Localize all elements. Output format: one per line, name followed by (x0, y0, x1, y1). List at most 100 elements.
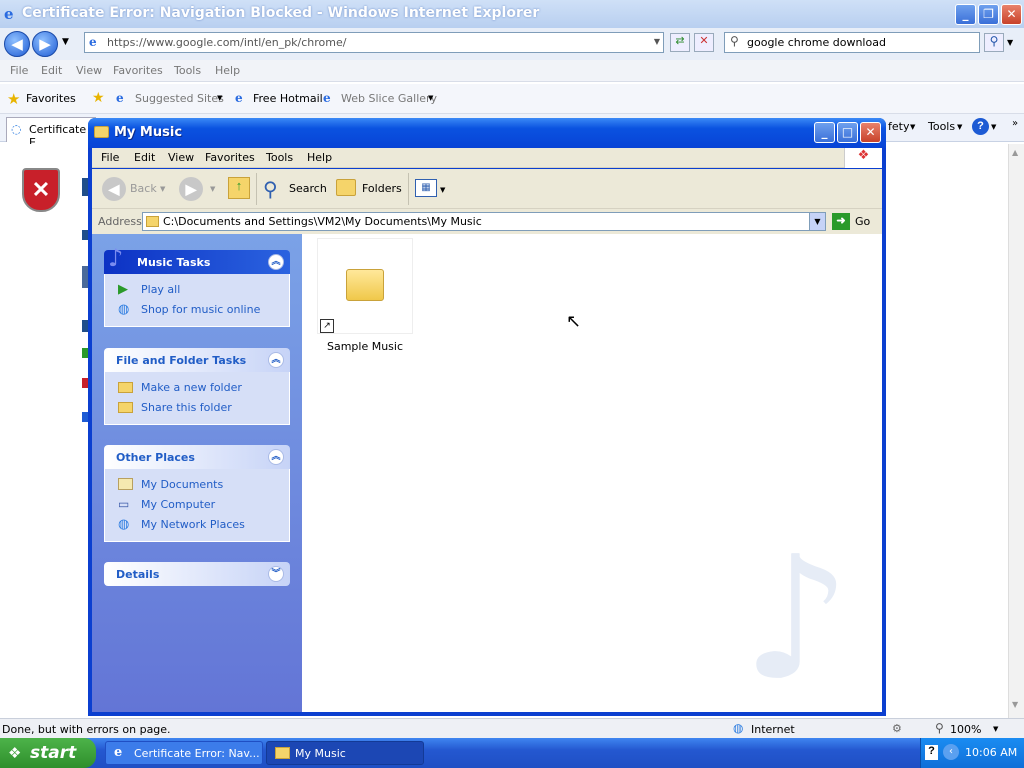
ie-forward-button[interactable]: ▶ (32, 31, 58, 57)
web-slice-gallery-link[interactable]: Web Slice Gallery (341, 92, 437, 105)
my-computer-link[interactable]: ▭ My Computer (118, 495, 289, 515)
share-folder-link[interactable]: Share this folder (118, 398, 289, 418)
ie-minimize-button[interactable]: _ (955, 4, 976, 25)
ie-maximize-button[interactable]: ❐ (978, 4, 999, 25)
refresh-icon[interactable]: ⇄ (670, 33, 690, 52)
expand-chevron-icon[interactable]: ︾ (268, 566, 284, 582)
explorer-menu-help[interactable]: Help (307, 151, 332, 164)
search-options-icon[interactable]: ▼ (1007, 38, 1013, 47)
search-magnifier-icon[interactable]: ⚲ (263, 177, 278, 201)
ie-tab-certificate[interactable]: ◌ Certificate E (6, 117, 96, 149)
toolbar-overflow-icon[interactable]: » (1012, 118, 1018, 129)
ie-menu-tools[interactable]: Tools (174, 64, 201, 77)
details-header[interactable]: Details ︾ (104, 562, 290, 586)
explorer-address-input[interactable]: C:\Documents and Settings\VM2\My Documen… (142, 212, 826, 231)
make-new-folder-link[interactable]: Make a new folder (118, 378, 289, 398)
ie-menu-file[interactable]: File (10, 64, 28, 77)
ie-menu-view[interactable]: View (76, 64, 102, 77)
add-favorite-icon[interactable]: ★ (92, 90, 105, 106)
taskbar-item-ie[interactable]: e Certificate Error: Nav... (105, 741, 263, 765)
address-dropdown-icon[interactable]: ▼ (809, 213, 825, 230)
help-dropdown-icon[interactable]: ▼ (991, 123, 996, 131)
ie-menu-help[interactable]: Help (215, 64, 240, 77)
file-folder-tasks-header[interactable]: File and Folder Tasks ︽ (104, 348, 290, 372)
file-folder-tasks-title: File and Folder Tasks (116, 354, 247, 367)
zoom-dropdown-icon[interactable]: ▼ (993, 725, 998, 733)
ie-close-button[interactable]: ✕ (1001, 4, 1022, 25)
explorer-minimize-button[interactable]: _ (814, 122, 835, 143)
suggested-sites-dropdown-icon[interactable]: ▼ (217, 94, 222, 102)
explorer-menu-tools[interactable]: Tools (266, 151, 293, 164)
my-network-places-link[interactable]: ◍ My Network Places (118, 515, 289, 535)
explorer-close-button[interactable]: ✕ (860, 122, 881, 143)
ie-safety-menu[interactable]: fety (888, 120, 909, 133)
ie-task-icon: e (114, 745, 123, 760)
favorites-button[interactable]: Favorites (26, 92, 76, 105)
collapse-chevron-icon[interactable]: ︽ (268, 352, 284, 368)
ie-favorites-bar: ★ Favorites ★ e Suggested Sites ▼ e Free… (0, 84, 1024, 114)
folders-icon[interactable] (336, 179, 356, 196)
help-tray-icon[interactable]: ? (925, 745, 938, 760)
explorer-menu-favorites[interactable]: Favorites (205, 151, 255, 164)
ie-menu-edit[interactable]: Edit (41, 64, 62, 77)
go-arrow-icon[interactable]: ➜ (832, 213, 850, 230)
explorer-search-button[interactable]: Search (289, 182, 327, 195)
file-item[interactable]: ↗ Sample Music (317, 238, 413, 356)
zoom-level[interactable]: 100% (950, 723, 981, 736)
help-icon[interactable]: ? (972, 118, 989, 135)
suggested-sites-link[interactable]: Suggested Sites (135, 92, 224, 105)
up-folder-icon[interactable]: ↑ (228, 177, 250, 199)
music-tasks-header[interactable]: ♪ Music Tasks ︽ (104, 244, 290, 274)
web-slice-dropdown-icon[interactable]: ▼ (428, 94, 433, 102)
shortcut-arrow-icon: ↗ (320, 319, 334, 333)
start-button[interactable]: ❖ start (0, 738, 96, 768)
explorer-menu-file[interactable]: File (101, 151, 119, 164)
explorer-content-pane: ↗ Sample Music ♪ (302, 234, 882, 712)
ie-search-input[interactable]: ⚲ google chrome download (724, 32, 980, 53)
suggested-sites-icon: e (116, 91, 124, 105)
safety-dropdown-icon[interactable]: ▼ (910, 123, 915, 131)
forward-arrow-icon[interactable]: ▶ (179, 177, 203, 201)
explorer-folders-button[interactable]: Folders (362, 182, 402, 195)
explorer-menu-edit[interactable]: Edit (134, 151, 155, 164)
ie-menu-favorites[interactable]: Favorites (113, 64, 163, 77)
my-documents-link[interactable]: My Documents (118, 475, 289, 495)
explorer-back-button[interactable]: Back (130, 182, 157, 195)
collapse-chevron-icon[interactable]: ︽ (268, 449, 284, 465)
tools-dropdown-icon[interactable]: ▼ (957, 123, 962, 131)
back-dropdown-icon[interactable]: ▼ (160, 185, 165, 193)
free-hotmail-link[interactable]: Free Hotmail (253, 92, 323, 105)
protected-mode-icon[interactable]: ⚙ (892, 722, 902, 735)
back-arrow-icon[interactable]: ◀ (102, 177, 126, 201)
explorer-menu-view[interactable]: View (168, 151, 194, 164)
stop-icon[interactable]: ✕ (694, 33, 714, 52)
views-icon[interactable]: ▦ (415, 179, 437, 197)
views-dropdown-icon[interactable]: ▼ (440, 186, 445, 194)
zoom-icon: ⚲ (935, 721, 944, 735)
collapse-chevron-icon[interactable]: ︽ (268, 254, 284, 270)
ie-search-button[interactable]: ⚲ (984, 33, 1004, 52)
explorer-maximize-button[interactable]: □ (837, 122, 858, 143)
ie-history-dropdown-icon[interactable]: ▼ (62, 37, 69, 47)
url-dropdown-icon[interactable]: ▼ (654, 37, 660, 46)
ie-window-title: Certificate Error: Navigation Blocked - … (22, 5, 540, 21)
shop-music-online-link[interactable]: ◍ Shop for music online (118, 300, 289, 320)
play-all-link[interactable]: ▶ Play all (118, 280, 289, 300)
ie-vertical-scrollbar[interactable]: ▲ ▼ (1008, 144, 1024, 718)
music-note-icon: ♪ (108, 244, 124, 272)
toolbar-separator (408, 173, 409, 205)
taskbar-item-my-music[interactable]: My Music (266, 741, 424, 765)
forward-dropdown-icon[interactable]: ▼ (210, 185, 215, 193)
explorer-title-bar[interactable]: My Music _ □ ✕ (88, 118, 886, 148)
other-places-panel: Other Places ︽ My Documents ▭ My Computer… (104, 445, 290, 542)
tray-arrow-icon[interactable]: ‹ (943, 744, 959, 760)
ie-address-input[interactable]: e https://www.google.com/intl/en_pk/chro… (84, 32, 664, 53)
other-places-header[interactable]: Other Places ︽ (104, 445, 290, 469)
go-button[interactable]: Go (855, 215, 870, 228)
ie-title-bar[interactable]: e Certificate Error: Navigation Blocked … (0, 0, 1024, 28)
music-tasks-title: Music Tasks (137, 256, 211, 269)
ie-tools-menu[interactable]: Tools (928, 120, 955, 133)
ie-back-button[interactable]: ◀ (4, 31, 30, 57)
scroll-up-icon[interactable]: ▲ (1012, 148, 1018, 157)
scroll-down-icon[interactable]: ▼ (1012, 700, 1018, 709)
